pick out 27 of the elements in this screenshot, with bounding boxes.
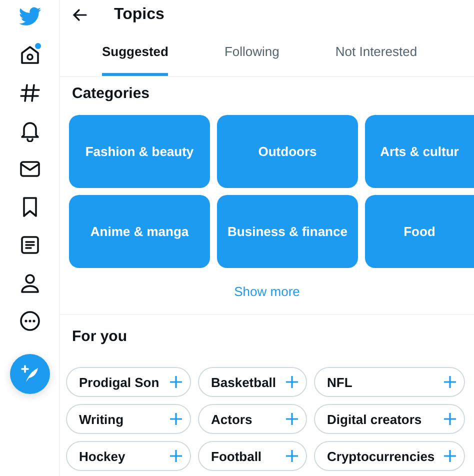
topic-chip[interactable]: Hockey	[66, 441, 191, 471]
topic-chip[interactable]: Prodigal Son	[66, 367, 191, 397]
plus-icon	[286, 376, 298, 388]
plus-icon	[286, 413, 298, 425]
compose-button[interactable]	[10, 354, 50, 394]
section-heading: Categories	[71, 84, 151, 104]
topic-chip[interactable]: Cryptocurrencies	[314, 441, 465, 471]
plus-icon	[286, 450, 298, 462]
section-heading: For you	[71, 327, 128, 347]
topic-chip[interactable]: NFL	[314, 367, 465, 397]
topic-chip[interactable]: Football	[198, 441, 307, 471]
plus-icon	[444, 413, 456, 425]
page-title: Topics	[114, 6, 164, 24]
plus-icon	[170, 376, 182, 388]
feather-plus-icon	[20, 364, 40, 384]
topic-chip[interactable]: Actors	[198, 404, 307, 434]
tab[interactable]: Following	[224, 30, 280, 76]
topic-chip[interactable]: Basketball	[198, 367, 307, 397]
plus-icon	[444, 376, 456, 388]
back-button[interactable]	[72, 7, 88, 23]
tab[interactable]: Not Interested	[335, 30, 418, 76]
plus-icon	[170, 413, 182, 425]
tab[interactable]: Suggested	[102, 30, 168, 76]
plus-icon	[170, 450, 182, 462]
topic-chip[interactable]: Digital creators	[314, 404, 465, 434]
plus-icon	[444, 450, 456, 462]
topic-chip[interactable]: Writing	[66, 404, 191, 434]
